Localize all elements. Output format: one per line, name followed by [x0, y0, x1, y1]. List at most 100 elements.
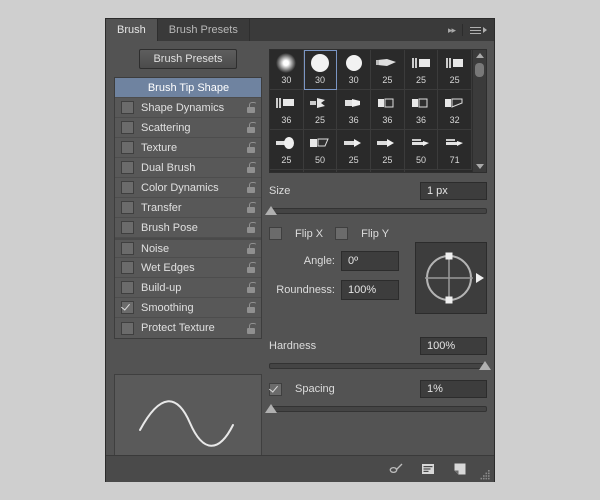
scroll-up-arrow-icon[interactable]	[475, 53, 484, 58]
option-row-smoothing[interactable]: Smoothing	[115, 298, 261, 318]
brush-tip-cell[interactable]: 30	[337, 50, 371, 90]
toggle-brush-pressure-icon[interactable]	[388, 461, 404, 477]
option-row-texture[interactable]: Texture	[115, 138, 261, 158]
brush-tip-cell[interactable]: 36	[371, 90, 405, 130]
roundness-label: Roundness:	[276, 284, 335, 296]
checkbox-spacing[interactable]	[269, 382, 282, 396]
scrollbar-thumb[interactable]	[475, 63, 484, 77]
brush-tip-cell[interactable]: 36	[404, 90, 439, 130]
option-row-noise[interactable]: Noise	[115, 238, 261, 258]
option-row-wet-edges[interactable]: Wet Edges	[115, 258, 261, 278]
brush-tip-cell-selected[interactable]: 30	[303, 50, 338, 90]
roundness-row: Roundness: 100%	[269, 280, 399, 300]
brush-tip-cell[interactable]: 50	[303, 130, 338, 170]
spacing-input[interactable]: 1%	[420, 380, 487, 398]
brush-presets-button[interactable]: Brush Presets	[139, 49, 237, 69]
checkbox-dual-brush[interactable]	[121, 161, 134, 174]
hardness-slider[interactable]	[269, 360, 491, 371]
lock-icon[interactable]	[247, 202, 257, 213]
flip-y-option[interactable]: Flip Y	[335, 227, 389, 240]
brush-tip-cell[interactable]: 25	[270, 170, 304, 172]
checkbox-flip-y[interactable]	[335, 227, 349, 240]
checkbox-shape-dynamics[interactable]	[121, 101, 134, 114]
brush-options-column: Brush Presets Brush Tip Shape Shape Dyna…	[114, 49, 262, 339]
option-row-transfer[interactable]: Transfer	[115, 198, 261, 218]
brush-grid-scrollbar[interactable]	[472, 50, 486, 172]
lock-icon[interactable]	[247, 102, 257, 113]
resize-grip-icon[interactable]	[480, 468, 491, 480]
option-label: Smoothing	[141, 301, 194, 314]
brush-size-label: 36	[382, 115, 393, 125]
brush-tip-cell[interactable]: 25	[337, 130, 371, 170]
option-label: Transfer	[141, 201, 182, 214]
option-row-build-up[interactable]: Build-up	[115, 278, 261, 298]
option-row-shape-dynamics[interactable]: Shape Dynamics	[115, 98, 261, 118]
checkbox-protect-texture[interactable]	[121, 321, 134, 335]
double-chevron-right-icon[interactable]: ▸▸	[448, 25, 456, 36]
lock-icon[interactable]	[247, 162, 257, 173]
checkbox-color-dynamics[interactable]	[121, 181, 134, 194]
brush-tip-grid[interactable]: 30 30 30 25 25 25 36 25 36 36 36 32 25 5…	[269, 49, 487, 173]
brush-tip-cell[interactable]: 25	[371, 50, 405, 90]
tab-brush[interactable]: Brush	[106, 19, 158, 41]
brush-tip-cell[interactable]: 36	[337, 90, 371, 130]
option-brush-tip-shape[interactable]: Brush Tip Shape	[115, 78, 261, 98]
lock-icon[interactable]	[247, 182, 257, 193]
checkbox-wet-edges[interactable]	[121, 261, 134, 274]
brush-tip-cell[interactable]: 71	[438, 130, 472, 170]
spacing-option[interactable]: Spacing	[269, 382, 335, 396]
spacing-slider[interactable]	[265, 403, 487, 414]
brush-tip-cell[interactable]: 25	[371, 170, 405, 172]
lock-icon[interactable]	[247, 222, 257, 233]
spacing-slider-knob[interactable]	[265, 404, 277, 413]
brush-tip-cell[interactable]: 25	[404, 50, 439, 90]
option-row-protect-texture[interactable]: Protect Texture	[115, 318, 261, 338]
checkbox-build-up[interactable]	[121, 281, 134, 294]
lock-icon[interactable]	[247, 243, 257, 254]
brush-tip-cell[interactable]: 50	[337, 170, 371, 172]
brush-tip-cell[interactable]: 50	[304, 170, 338, 172]
panel-menu-icon[interactable]	[470, 26, 487, 34]
option-row-scattering[interactable]: Scattering	[115, 118, 261, 138]
checkbox-noise[interactable]	[121, 242, 134, 255]
hardness-slider-knob[interactable]	[479, 361, 491, 370]
checkbox-flip-x[interactable]	[269, 227, 282, 240]
checkbox-scattering[interactable]	[121, 121, 134, 134]
option-row-dual-brush[interactable]: Dual Brush	[115, 158, 261, 178]
checkbox-texture[interactable]	[121, 141, 134, 154]
brush-tip-cell[interactable]: 32	[438, 90, 472, 130]
option-row-brush-pose[interactable]: Brush Pose	[115, 218, 261, 238]
checkbox-smoothing[interactable]	[121, 301, 134, 314]
lock-icon[interactable]	[247, 122, 257, 133]
angle-input[interactable]: 0º	[341, 251, 399, 271]
brush-tip-cell[interactable]: 25	[303, 90, 338, 130]
brush-tip-cell[interactable]: 25	[438, 50, 472, 90]
checkbox-brush-pose[interactable]	[121, 221, 134, 234]
option-row-color-dynamics[interactable]: Color Dynamics	[115, 178, 261, 198]
brush-tip-cell[interactable]: 50	[404, 130, 439, 170]
new-preset-from-brush-icon[interactable]	[420, 461, 436, 477]
create-new-brush-icon[interactable]	[452, 461, 468, 477]
brush-tip-cell[interactable]: 30	[270, 50, 304, 90]
round-taper-brush-icon	[372, 131, 402, 155]
lock-icon[interactable]	[247, 142, 257, 153]
hardness-input[interactable]: 100%	[420, 337, 487, 355]
round-blunt-brush-icon	[339, 91, 369, 115]
tab-brush-presets[interactable]: Brush Presets	[157, 19, 250, 41]
scroll-down-arrow-icon[interactable]	[475, 164, 484, 169]
lock-icon[interactable]	[247, 302, 257, 313]
roundness-input[interactable]: 100%	[341, 280, 399, 300]
brush-tip-cell[interactable]: 25	[371, 130, 405, 170]
lock-icon[interactable]	[247, 322, 257, 334]
size-slider[interactable]	[265, 205, 487, 216]
flip-x-option[interactable]: Flip X	[269, 227, 323, 240]
checkbox-transfer[interactable]	[121, 201, 134, 214]
brush-tip-cell[interactable]: 36	[270, 90, 304, 130]
lock-icon[interactable]	[247, 262, 257, 273]
lock-icon[interactable]	[247, 282, 257, 293]
size-input[interactable]: 1 px	[420, 182, 487, 200]
angle-roundness-dial[interactable]	[415, 242, 487, 314]
brush-tip-cell[interactable]: 25	[270, 130, 304, 170]
brush-size-label: 30	[281, 75, 292, 85]
size-slider-knob[interactable]	[265, 206, 277, 215]
